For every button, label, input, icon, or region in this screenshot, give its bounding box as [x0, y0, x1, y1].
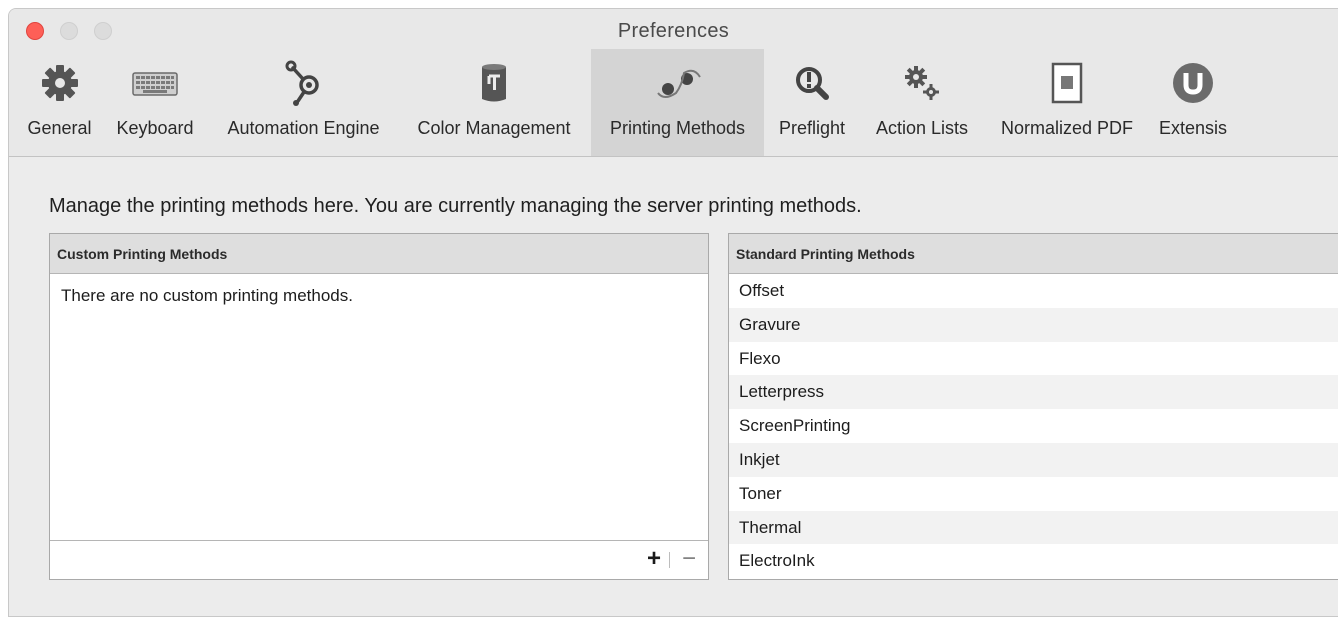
- normalized-pdf-icon: [1043, 59, 1091, 107]
- preflight-magnifier-icon: [788, 59, 836, 107]
- title-bar: Preferences General Keyboard Automation …: [9, 9, 1338, 157]
- window-title: Preferences: [617, 20, 730, 42]
- standard-printing-methods-panel: Standard Printing Methods Offset Gravure…: [728, 233, 1338, 580]
- automation-engine-icon: [280, 59, 328, 107]
- add-button[interactable]: +: [647, 546, 661, 572]
- tab-label: Extensis: [1158, 118, 1228, 138]
- action-lists-gears-icon: [898, 59, 946, 107]
- list-item[interactable]: Gravure: [729, 307, 1338, 342]
- list-item[interactable]: Thermal: [729, 510, 1338, 545]
- button-divider: [669, 552, 670, 568]
- keyboard-icon: [131, 59, 179, 107]
- tab-printing-methods[interactable]: Printing Methods: [591, 49, 764, 156]
- tab-label: General: [27, 118, 92, 138]
- custom-printing-methods-panel: Custom Printing Methods There are no cus…: [49, 233, 709, 580]
- standard-methods-list: Offset Gravure Flexo Letterpress ScreenP…: [729, 274, 1338, 578]
- tab-keyboard[interactable]: Keyboard: [105, 49, 205, 156]
- tab-label: Preflight: [778, 118, 846, 138]
- remove-button[interactable]: −: [682, 546, 696, 572]
- gear-icon: [36, 59, 84, 107]
- custom-methods-header[interactable]: Custom Printing Methods: [50, 234, 708, 274]
- tab-label: Printing Methods: [609, 118, 746, 138]
- tab-extensis[interactable]: Extensis: [1150, 49, 1236, 156]
- tab-label: Keyboard: [116, 118, 194, 138]
- preferences-window: Preferences General Keyboard Automation …: [8, 8, 1338, 617]
- extensis-logo-icon: [1169, 59, 1217, 107]
- description-text: Manage the printing methods here. You ar…: [49, 195, 862, 217]
- list-item[interactable]: ScreenPrinting: [729, 409, 1338, 443]
- list-item[interactable]: Flexo: [729, 342, 1338, 376]
- tab-automation-engine[interactable]: Automation Engine: [210, 49, 397, 156]
- color-management-icon: [470, 59, 518, 107]
- list-item[interactable]: Letterpress: [729, 375, 1338, 410]
- tab-label: Color Management: [417, 118, 571, 138]
- list-item[interactable]: Toner: [729, 477, 1338, 511]
- tab-label: Action Lists: [875, 118, 969, 138]
- empty-state-text: There are no custom printing methods.: [61, 286, 353, 305]
- preferences-toolbar: General Keyboard Automation Engine Color…: [9, 49, 1338, 157]
- tab-general[interactable]: General: [20, 49, 99, 156]
- list-item[interactable]: Offset: [729, 274, 1338, 308]
- tab-normalized-pdf[interactable]: Normalized PDF: [988, 49, 1146, 156]
- tab-label: Automation Engine: [227, 118, 380, 138]
- printing-methods-icon: [654, 59, 702, 107]
- tab-action-lists[interactable]: Action Lists: [861, 49, 983, 156]
- tab-preflight[interactable]: Preflight: [769, 49, 855, 156]
- list-footer: + −: [50, 540, 708, 579]
- tab-label: Normalized PDF: [1000, 118, 1134, 138]
- list-item[interactable]: Inkjet: [729, 442, 1338, 477]
- standard-methods-header[interactable]: Standard Printing Methods: [729, 234, 1338, 274]
- list-item[interactable]: ElectroInk: [729, 544, 1338, 578]
- tab-color-management[interactable]: Color Management: [403, 49, 585, 156]
